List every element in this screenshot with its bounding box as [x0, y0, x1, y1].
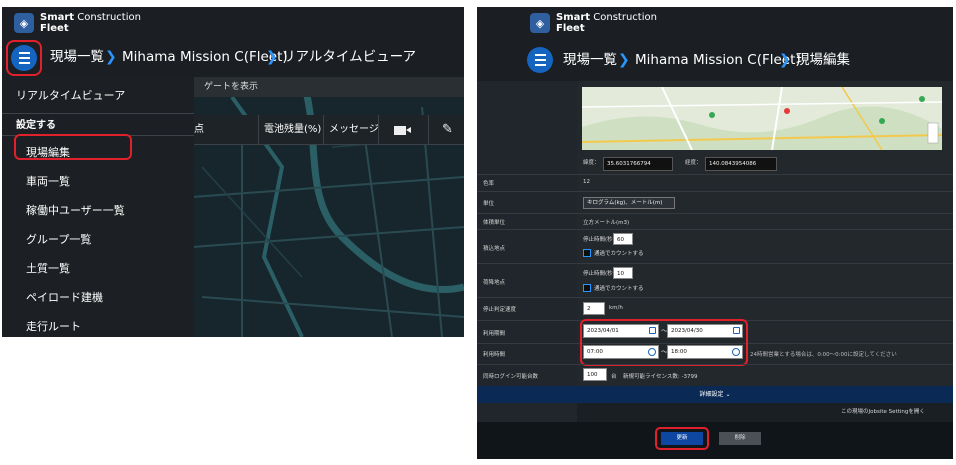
loading-pass-count-checkbox[interactable]: [583, 249, 591, 257]
realtime-table-header: 点 電池残量(%) メッセージ ✎: [192, 115, 464, 145]
update-highlight: [655, 427, 709, 450]
site-edit-highlight: [14, 134, 132, 160]
column-divider: [378, 115, 379, 145]
left-screenshot-panel: ◈ Smart Construction Fleet 現場一覧 ❯ Mihama…: [2, 7, 464, 337]
longitude-label: 経度：: [685, 160, 702, 166]
hours-label: 利用時間: [483, 352, 506, 358]
brand-name: Smart Construction: [40, 12, 141, 23]
breadcrumb-item-sites[interactable]: 現場一覧: [563, 51, 617, 69]
breadcrumb-item-current: 現場編集: [796, 52, 850, 68]
date-time-highlight: [580, 319, 748, 366]
hamburger-menu-button[interactable]: [11, 45, 37, 71]
unloading-stop-time-label: 停止時間(秒): [583, 271, 615, 277]
site-location-map[interactable]: [582, 87, 942, 150]
hamburger-menu-button[interactable]: [527, 47, 553, 73]
detail-settings-toggle[interactable]: 詳細設定 ⌄: [477, 386, 953, 403]
drawer-item-active-users[interactable]: 稼働中ユーザー一覧: [2, 196, 194, 226]
breadcrumb-item-site[interactable]: Mihama Mission C(Fleet): [122, 48, 288, 66]
row-divider: [477, 297, 953, 298]
column-header-partial: 点: [194, 124, 204, 135]
breadcrumb-chevron-icon: ❯: [618, 52, 630, 68]
show-gate-option[interactable]: ゲートを表示: [204, 77, 258, 97]
drawer-item-vehicles[interactable]: 車両一覧: [2, 167, 194, 197]
map-toolbar: ゲートを表示: [192, 77, 464, 97]
breadcrumb-item-current: リアルタイムビューア: [282, 49, 417, 65]
brand-name: Smart Construction: [556, 12, 657, 23]
row-divider: [477, 174, 953, 175]
unloading-pass-count-checkbox[interactable]: [583, 284, 591, 292]
color-value: 12: [583, 179, 590, 185]
video-camera-lens: [406, 127, 411, 133]
right-screenshot-panel: ◈ Smart Construction Fleet 現場一覧 ❯ Mihama…: [477, 7, 953, 459]
login-count-unit: 台: [611, 374, 617, 380]
brand-logo-icon: ◈: [14, 13, 34, 33]
app-header: ◈ Smart Construction Fleet: [2, 7, 464, 37]
unloading-pass-count-label: 通過でカウントする: [594, 286, 644, 292]
video-camera-icon[interactable]: [394, 126, 406, 135]
breadcrumb-item-sites[interactable]: 現場一覧: [50, 48, 104, 66]
license-note: 新規可能ライセンス数: -3799: [623, 374, 698, 380]
row-divider: [477, 364, 953, 365]
unit-select[interactable]: キログラム(kg)、メートル(m): [583, 197, 675, 209]
stop-speed-input[interactable]: 2: [583, 302, 605, 315]
row-divider: [477, 213, 953, 214]
map-thumbnail-graphic: [582, 87, 942, 150]
unloading-point-label: 荷降地点: [483, 280, 506, 286]
brand-subname: Fleet: [556, 23, 585, 34]
unloading-stop-time-input[interactable]: 10: [613, 267, 633, 279]
loading-stop-time-label: 停止時間(秒): [583, 237, 615, 243]
unit-label: 単位: [483, 201, 495, 207]
brand-logo-icon: ◈: [530, 13, 550, 33]
volume-unit-label: 体積単位: [483, 220, 506, 226]
loading-point-label: 積込地点: [483, 246, 506, 252]
column-header-message[interactable]: メッセージ: [329, 115, 379, 145]
drawer-item-realtime-viewer[interactable]: リアルタイムビューア: [2, 81, 194, 111]
stop-speed-label: 停止判定速度: [483, 307, 517, 313]
latitude-label: 緯度：: [583, 160, 600, 166]
coordinate-row: 緯度： 35.6031766794 経度： 140.0843954086: [577, 154, 953, 174]
breadcrumb-chevron-icon: ❯: [779, 52, 791, 68]
jobsite-setting-link[interactable]: この現場のJobsite Settingを開く: [841, 407, 925, 415]
app-header: ◈ Smart Construction Fleet: [477, 7, 953, 39]
action-bar: [477, 422, 953, 459]
hours-note: 24時間営業とする場合は、0:00〜0:00に設定してください: [750, 352, 897, 358]
longitude-field[interactable]: 140.0843954086: [705, 157, 777, 171]
breadcrumb-item-site[interactable]: Mihama Mission C(Fleet): [635, 51, 801, 69]
row-divider: [477, 229, 953, 230]
volume-unit-value: 立方メートル(m3): [583, 220, 630, 226]
column-divider: [428, 115, 429, 145]
column-divider: [323, 115, 324, 145]
period-label: 利用期間: [483, 331, 506, 337]
menu-highlight: [6, 40, 42, 76]
column-divider: [258, 115, 259, 145]
row-divider: [477, 191, 953, 192]
drawer-item-payload[interactable]: ペイロード建機: [2, 283, 194, 313]
loading-pass-count-label: 通過でカウントする: [594, 251, 644, 257]
drawer-item-route[interactable]: 走行ルート: [2, 312, 194, 337]
breadcrumb-bar: 現場一覧 ❯ Mihama Mission C(Fleet) ❯ リアルタイムビ…: [2, 37, 464, 77]
delete-button[interactable]: 削除: [719, 432, 761, 445]
side-drawer: リアルタイムビューア 設定する 現場編集 車両一覧 稼働中ユーザー一覧 グループ…: [2, 77, 194, 337]
breadcrumb-chevron-icon: ❯: [266, 49, 278, 65]
drawer-item-soil[interactable]: 土質一覧: [2, 254, 194, 284]
drawer-item-groups[interactable]: グループ一覧: [2, 225, 194, 255]
breadcrumb-chevron-icon: ❯: [105, 49, 117, 65]
edit-pencil-icon[interactable]: ✎: [442, 122, 453, 137]
login-count-input[interactable]: 100: [583, 368, 607, 381]
breadcrumb-bar: 現場一覧 ❯ Mihama Mission C(Fleet) ❯ 現場編集: [477, 39, 953, 81]
stop-speed-unit: km/h: [609, 305, 623, 311]
row-divider: [477, 263, 953, 264]
latitude-field[interactable]: 35.6031766794: [603, 157, 673, 171]
column-header-battery[interactable]: 電池残量(%): [264, 115, 321, 145]
login-count-label: 同時ログイン可能台数: [483, 374, 539, 380]
color-label: 色率: [483, 181, 495, 187]
brand-subname: Fleet: [40, 23, 69, 34]
loading-stop-time-input[interactable]: 60: [613, 233, 633, 245]
